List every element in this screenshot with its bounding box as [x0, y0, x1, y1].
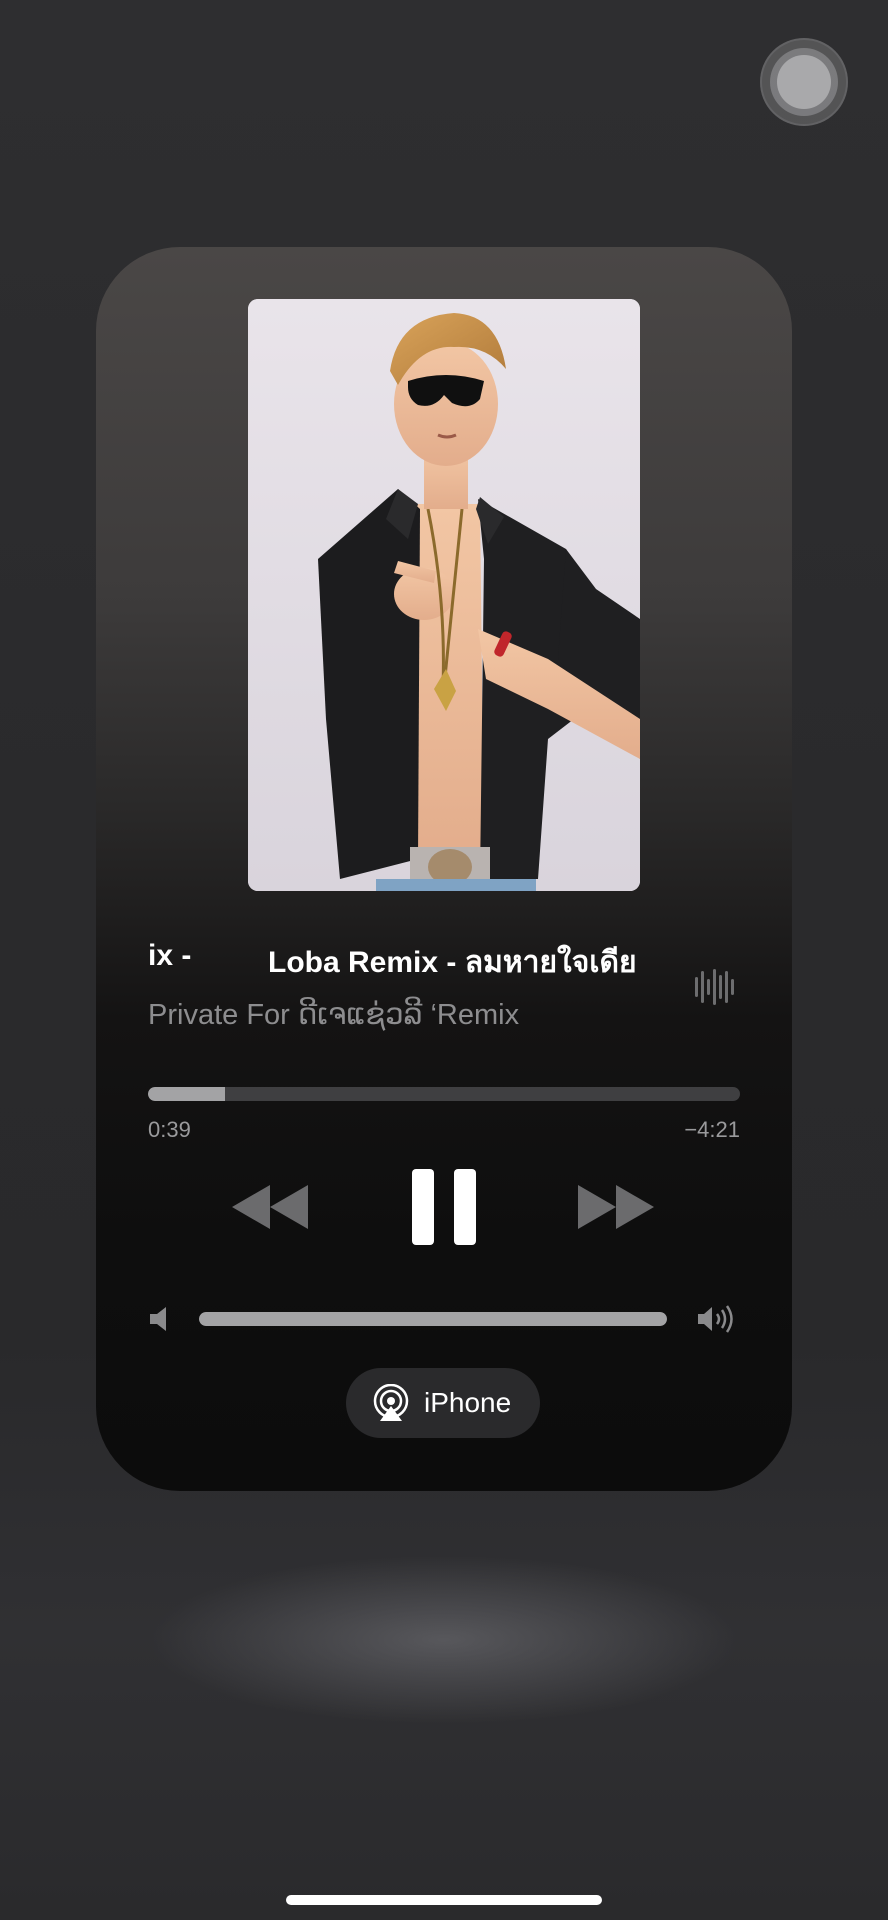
volume-slider[interactable]	[199, 1312, 667, 1326]
pause-icon	[412, 1169, 476, 1245]
volume-level-fill	[199, 1312, 667, 1326]
remaining-time: −4:21	[684, 1117, 740, 1142]
pause-button[interactable]	[406, 1167, 482, 1247]
speaker-low-icon	[150, 1307, 166, 1331]
track-title: Loba Remix - ลมหายใจเดีย	[268, 946, 637, 979]
album-artwork[interactable]	[248, 299, 640, 891]
output-device-label: iPhone	[424, 1387, 512, 1418]
home-indicator[interactable]	[286, 1895, 602, 1905]
now-playing-card: ix - Loba Remix - ลมหายใจเดีย Private Fo…	[96, 247, 792, 1491]
track-title-marquee[interactable]: ix - Loba Remix - ลมหายใจเดีย	[148, 939, 668, 983]
artwork-image	[248, 299, 640, 891]
lock-screen-background: ix - Loba Remix - ลมหายใจเดีย Private Fo…	[0, 0, 888, 1920]
playback-progress-fill	[148, 1087, 225, 1101]
speaker-high-icon	[698, 1305, 733, 1333]
playback-scrubber[interactable]	[148, 1087, 740, 1101]
elapsed-time: 0:39	[148, 1117, 191, 1142]
airplay-output-button[interactable]: iPhone	[346, 1368, 540, 1438]
waveform-icon	[695, 969, 734, 1005]
fast-forward-button[interactable]	[576, 1181, 656, 1233]
assistive-touch-button[interactable]	[760, 38, 848, 126]
rewind-icon	[232, 1185, 308, 1229]
track-artist[interactable]: Private For ດີເຈແຊ່ວລີ ‘Remix	[148, 997, 519, 1032]
rewind-button[interactable]	[230, 1181, 310, 1233]
airplay-icon	[373, 1384, 409, 1421]
track-title-prefix: ix -	[148, 939, 192, 972]
assistive-touch-icon	[777, 55, 831, 109]
fast-forward-icon	[578, 1185, 654, 1229]
